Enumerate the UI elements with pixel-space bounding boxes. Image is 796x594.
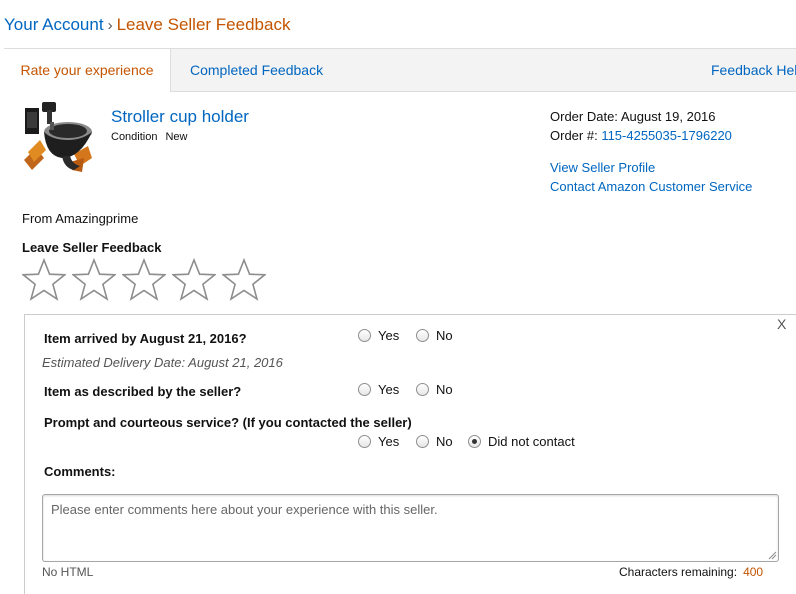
stroller-cup-holder-image[interactable]: [22, 100, 96, 176]
q1-yes-radio[interactable]: [358, 329, 371, 342]
q3-yes-radio[interactable]: [358, 435, 371, 448]
q3-did-not-contact-label: Did not contact: [488, 434, 575, 449]
q2-yes-option[interactable]: Yes: [358, 382, 399, 397]
no-html-note: No HTML: [42, 565, 94, 579]
q2-yes-radio[interactable]: [358, 383, 371, 396]
leave-feedback-heading: Leave Seller Feedback: [22, 240, 162, 255]
order-number-row: Order #: 115-4255035-1796220: [550, 126, 732, 145]
q3-no-label: No: [436, 434, 453, 449]
star-rating: [22, 258, 272, 304]
order-date-label: Order Date:: [550, 109, 618, 124]
q3-no-option[interactable]: No: [416, 434, 453, 449]
question-item-arrived: Item arrived by August 21, 2016?: [44, 331, 247, 346]
star-2-icon[interactable]: [72, 258, 116, 302]
order-date-row: Order Date: August 19, 2016: [550, 107, 732, 126]
breadcrumb-current-page: Leave Seller Feedback: [116, 15, 291, 34]
q3-yes-label: Yes: [378, 434, 400, 449]
condition-value: New: [165, 131, 188, 143]
star-3-icon[interactable]: [122, 258, 166, 302]
q2-no-radio[interactable]: [416, 383, 429, 396]
resize-grip-icon[interactable]: [768, 551, 777, 560]
q2-no-label: No: [436, 382, 453, 397]
q2-yes-label: Yes: [378, 382, 400, 397]
order-info: Order Date: August 19, 2016 Order #: 115…: [550, 107, 732, 145]
q1-no-option[interactable]: No: [416, 328, 453, 343]
seller-name: From Amazingprime: [22, 211, 139, 226]
breadcrumb-your-account-link[interactable]: Your Account: [4, 15, 104, 34]
order-links: View Seller Profile Contact Amazon Custo…: [550, 158, 752, 196]
characters-remaining: Characters remaining: 400: [619, 565, 763, 579]
q1-yes-label: Yes: [378, 328, 400, 343]
view-seller-profile-link[interactable]: View Seller Profile: [550, 160, 655, 175]
feedback-tab-bar: Rate your experience Completed Feedback …: [4, 48, 796, 92]
q3-did-not-contact-radio[interactable]: [468, 435, 481, 448]
star-5-icon[interactable]: [222, 258, 266, 302]
q3-no-radio[interactable]: [416, 435, 429, 448]
characters-remaining-count: 400: [743, 565, 764, 579]
q1-yes-option[interactable]: Yes: [358, 328, 399, 343]
order-date-value: August 19, 2016: [620, 109, 716, 124]
q2-no-option[interactable]: No: [416, 382, 453, 397]
estimated-delivery-date: Estimated Delivery Date: August 21, 2016: [42, 355, 283, 370]
order-number-link[interactable]: 115-4255035-1796220: [601, 128, 732, 143]
tab-rate-your-experience[interactable]: Rate your experience: [4, 49, 171, 92]
comments-textarea[interactable]: [42, 494, 779, 562]
characters-remaining-label: Characters remaining:: [619, 565, 738, 579]
product-title-link[interactable]: Stroller cup holder: [111, 107, 249, 127]
order-number-label: Order #:: [550, 128, 598, 143]
product-condition: Condition New: [111, 131, 188, 143]
q1-no-radio[interactable]: [416, 329, 429, 342]
q3-did-not-contact-option[interactable]: Did not contact: [468, 434, 575, 449]
close-form-button[interactable]: X: [777, 316, 786, 332]
condition-label: Condition: [111, 131, 158, 143]
star-4-icon[interactable]: [172, 258, 216, 302]
q1-no-label: No: [436, 328, 453, 343]
q3-yes-option[interactable]: Yes: [358, 434, 399, 449]
question-item-as-described: Item as described by the seller?: [44, 384, 242, 399]
breadcrumb: Your Account › Leave Seller Feedback: [4, 15, 290, 35]
tab-feedback-help[interactable]: Feedback Help: [711, 49, 796, 91]
tab-completed-feedback[interactable]: Completed Feedback: [190, 49, 323, 91]
question-prompt-service: Prompt and courteous service? (If you co…: [44, 415, 412, 430]
contact-customer-service-link[interactable]: Contact Amazon Customer Service: [550, 179, 752, 194]
comments-label: Comments:: [44, 464, 116, 479]
star-1-icon[interactable]: [22, 258, 66, 302]
breadcrumb-separator: ›: [107, 17, 113, 34]
